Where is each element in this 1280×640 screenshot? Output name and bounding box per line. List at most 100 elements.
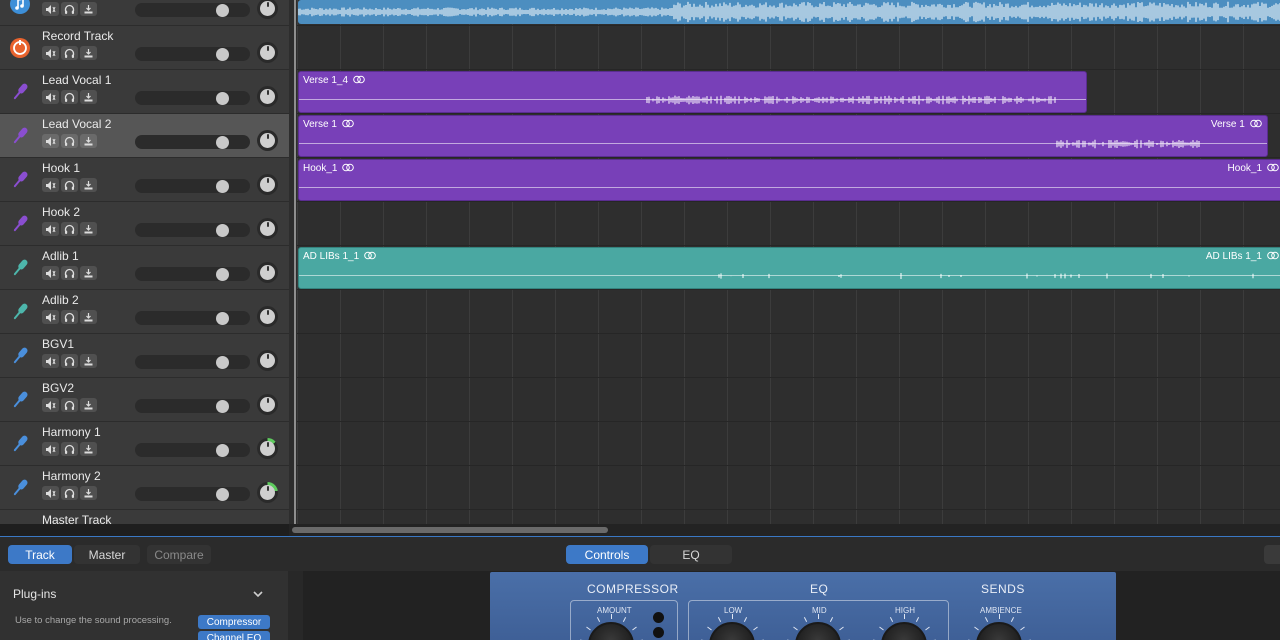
track-lane[interactable] bbox=[297, 510, 1280, 524]
ambience-knob[interactable] bbox=[976, 622, 1022, 640]
track-name[interactable]: Hook 1 bbox=[42, 161, 80, 175]
input-monitor-icon[interactable] bbox=[80, 354, 97, 368]
mute-icon[interactable] bbox=[42, 354, 59, 368]
track-header[interactable]: Adlib 1 bbox=[0, 246, 289, 290]
headphones-icon[interactable] bbox=[61, 134, 78, 148]
volume-slider[interactable] bbox=[135, 3, 250, 17]
tracks-area[interactable]: Verse 1_4 Verse 1 Verse 1 Hook_1 Hook_1 AD LI… bbox=[297, 0, 1280, 524]
track-header[interactable]: Harmony 1 bbox=[0, 422, 289, 466]
track-name[interactable]: Harmony 2 bbox=[42, 469, 101, 483]
volume-slider-thumb[interactable] bbox=[215, 488, 229, 501]
track-lane[interactable] bbox=[297, 202, 1280, 246]
headphones-icon[interactable] bbox=[61, 46, 78, 60]
track-name[interactable]: Master Track bbox=[42, 513, 111, 524]
headphones-icon[interactable] bbox=[61, 354, 78, 368]
volume-slider-thumb[interactable] bbox=[215, 136, 229, 149]
input-monitor-icon[interactable] bbox=[80, 178, 97, 192]
volume-slider-thumb[interactable] bbox=[215, 268, 229, 281]
pan-knob[interactable] bbox=[257, 306, 278, 327]
track-name[interactable]: Hook 2 bbox=[42, 205, 80, 219]
volume-slider[interactable] bbox=[135, 47, 250, 61]
track-lane[interactable] bbox=[297, 422, 1280, 466]
tab-controls[interactable]: Controls bbox=[566, 545, 648, 564]
pan-knob[interactable] bbox=[257, 0, 278, 19]
track-header[interactable]: Master Track bbox=[0, 510, 289, 524]
audio-region[interactable] bbox=[298, 0, 1280, 24]
track-header[interactable]: Hook 2 bbox=[0, 202, 289, 246]
input-monitor-icon[interactable] bbox=[80, 442, 97, 456]
headphones-icon[interactable] bbox=[61, 222, 78, 236]
headphones-icon[interactable] bbox=[61, 2, 78, 16]
tab-track[interactable]: Track bbox=[8, 545, 72, 564]
volume-slider[interactable] bbox=[135, 399, 250, 413]
pan-knob[interactable] bbox=[257, 86, 278, 107]
track-header[interactable] bbox=[0, 0, 289, 26]
pan-knob[interactable] bbox=[257, 350, 278, 371]
track-name[interactable]: Lead Vocal 2 bbox=[42, 117, 111, 131]
track-header[interactable]: Lead Vocal 2 bbox=[0, 114, 289, 158]
headphones-icon[interactable] bbox=[61, 310, 78, 324]
track-header[interactable]: BGV2 bbox=[0, 378, 289, 422]
volume-slider-thumb[interactable] bbox=[215, 48, 229, 61]
track-lane[interactable] bbox=[297, 378, 1280, 422]
volume-slider-thumb[interactable] bbox=[215, 400, 229, 413]
volume-slider-thumb[interactable] bbox=[215, 4, 229, 17]
volume-slider[interactable] bbox=[135, 135, 250, 149]
track-name[interactable]: BGV1 bbox=[42, 337, 74, 351]
volume-slider-thumb[interactable] bbox=[215, 92, 229, 105]
track-name[interactable]: Adlib 1 bbox=[42, 249, 79, 263]
track-name[interactable]: Harmony 1 bbox=[42, 425, 101, 439]
volume-slider-thumb[interactable] bbox=[215, 356, 229, 369]
mute-icon[interactable] bbox=[42, 46, 59, 60]
track-header[interactable]: Lead Vocal 1 bbox=[0, 70, 289, 114]
horizontal-scrollbar[interactable] bbox=[289, 524, 1280, 536]
track-name[interactable]: Lead Vocal 1 bbox=[42, 73, 111, 87]
volume-slider[interactable] bbox=[135, 179, 250, 193]
tab-master[interactable]: Master bbox=[74, 545, 140, 564]
input-monitor-icon[interactable] bbox=[80, 266, 97, 280]
volume-slider[interactable] bbox=[135, 91, 250, 105]
audio-region[interactable]: Hook_1 Hook_1 bbox=[298, 159, 1280, 201]
scrollbar-thumb[interactable] bbox=[292, 527, 608, 533]
tab-compare[interactable]: Compare bbox=[147, 545, 211, 564]
volume-slider-thumb[interactable] bbox=[215, 444, 229, 457]
tab-eq[interactable]: EQ bbox=[650, 545, 732, 564]
volume-slider-thumb[interactable] bbox=[215, 224, 229, 237]
volume-slider-thumb[interactable] bbox=[215, 180, 229, 193]
track-header[interactable]: Adlib 2 bbox=[0, 290, 289, 334]
track-name[interactable]: Adlib 2 bbox=[42, 293, 79, 307]
playhead[interactable] bbox=[294, 0, 296, 524]
input-monitor-icon[interactable] bbox=[80, 134, 97, 148]
track-lane[interactable] bbox=[297, 290, 1280, 334]
mute-icon[interactable] bbox=[42, 442, 59, 456]
pan-knob[interactable] bbox=[257, 482, 278, 503]
volume-slider-thumb[interactable] bbox=[215, 312, 229, 325]
pan-knob[interactable] bbox=[257, 42, 278, 63]
mute-icon[interactable] bbox=[42, 90, 59, 104]
mute-icon[interactable] bbox=[42, 398, 59, 412]
input-monitor-icon[interactable] bbox=[80, 486, 97, 500]
track-lane[interactable] bbox=[297, 26, 1280, 70]
volume-slider[interactable] bbox=[135, 443, 250, 457]
track-header[interactable]: Record Track bbox=[0, 26, 289, 70]
input-monitor-icon[interactable] bbox=[80, 2, 97, 16]
track-name[interactable]: Record Track bbox=[42, 29, 113, 43]
track-header[interactable]: Harmony 2 bbox=[0, 466, 289, 510]
pan-knob[interactable] bbox=[257, 262, 278, 283]
pan-knob[interactable] bbox=[257, 438, 278, 459]
pencil-icon[interactable] bbox=[1264, 545, 1280, 564]
track-header[interactable]: BGV1 bbox=[0, 334, 289, 378]
headphones-icon[interactable] bbox=[61, 486, 78, 500]
track-header[interactable]: Hook 1 bbox=[0, 158, 289, 202]
volume-slider[interactable] bbox=[135, 267, 250, 281]
headphones-icon[interactable] bbox=[61, 90, 78, 104]
input-monitor-icon[interactable] bbox=[80, 46, 97, 60]
volume-slider[interactable] bbox=[135, 487, 250, 501]
plugin-compressor[interactable]: Compressor bbox=[198, 615, 270, 629]
input-monitor-icon[interactable] bbox=[80, 398, 97, 412]
mute-icon[interactable] bbox=[42, 486, 59, 500]
chevron-down-icon[interactable] bbox=[251, 587, 265, 601]
mute-icon[interactable] bbox=[42, 178, 59, 192]
input-monitor-icon[interactable] bbox=[80, 90, 97, 104]
volume-slider[interactable] bbox=[135, 355, 250, 369]
